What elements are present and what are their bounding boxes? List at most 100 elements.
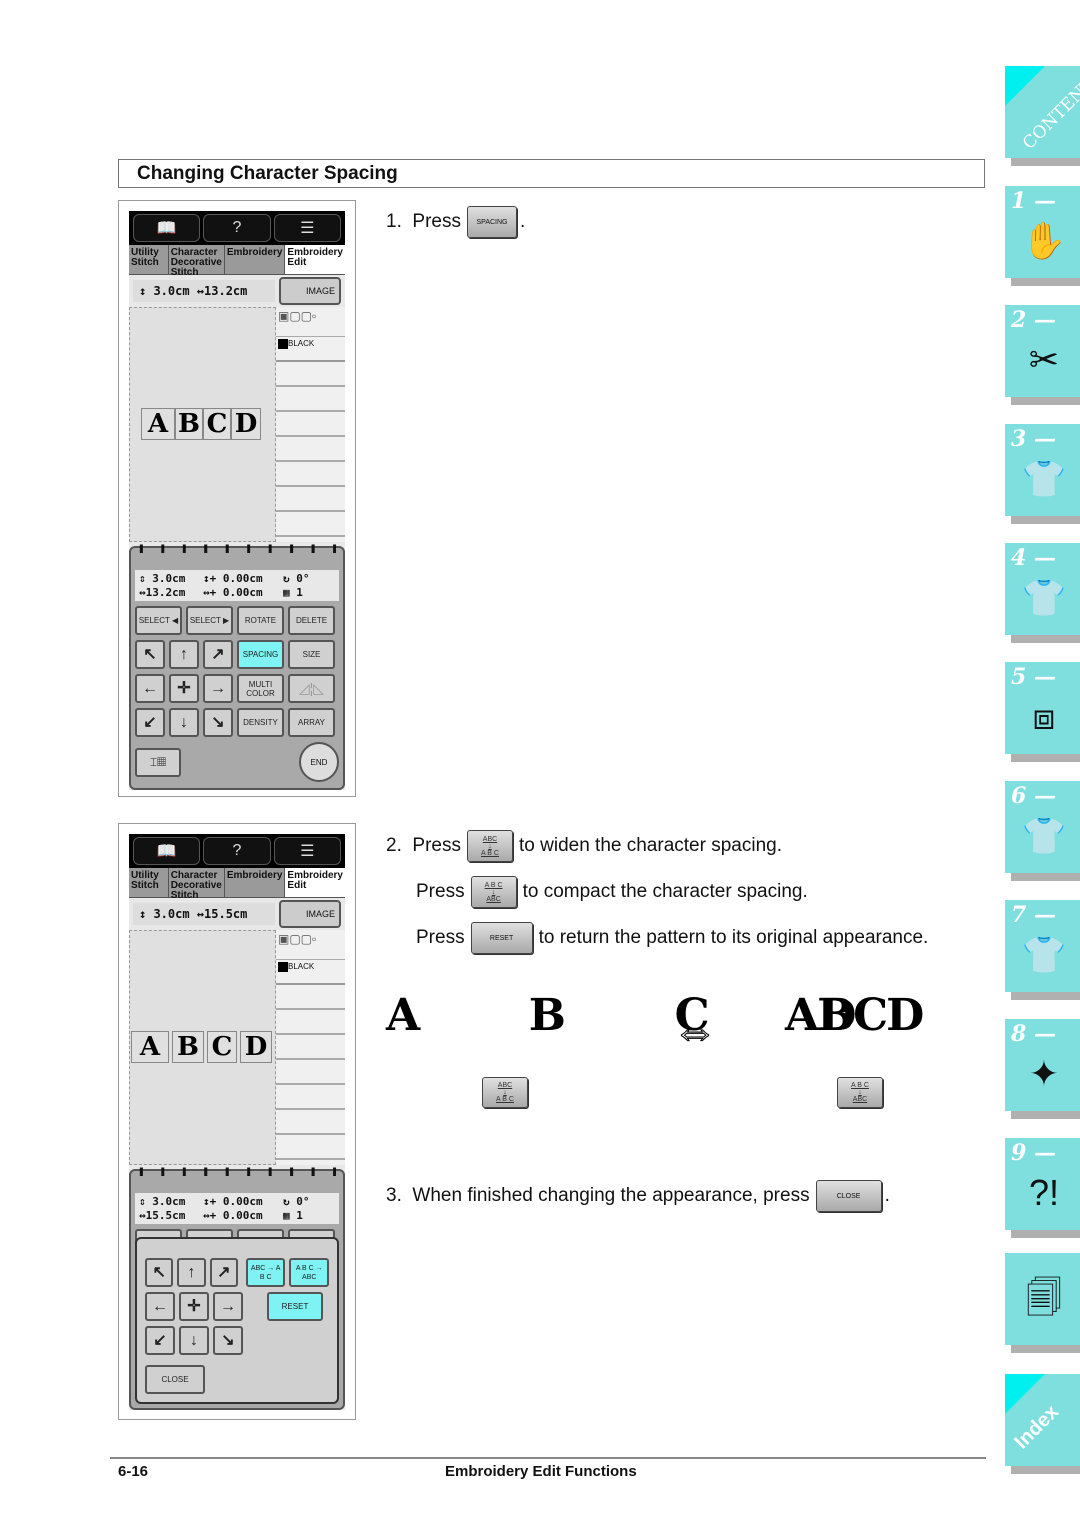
step-text: to compact the character spacing. bbox=[522, 881, 808, 902]
size-row: ↕ 3.0cm ↔ 13.2cm IMAGE bbox=[129, 275, 345, 307]
tab-corner bbox=[1005, 66, 1045, 106]
size-button[interactable]: SIZE bbox=[288, 640, 335, 669]
mirror-icon[interactable]: ◿¦◺ bbox=[288, 674, 335, 703]
move-up-right-icon[interactable]: ↗ bbox=[209, 1258, 238, 1287]
manual-icon[interactable]: 📖 bbox=[133, 214, 201, 242]
step-text: Press bbox=[416, 881, 465, 902]
tab-character-decorative[interactable]: Character Decorative Stitch bbox=[168, 868, 225, 901]
height-icon: ↕ bbox=[139, 284, 154, 298]
settings-list-icon[interactable]: ☰ bbox=[273, 214, 341, 242]
image-button[interactable]: IMAGE bbox=[279, 277, 341, 305]
center-icon[interactable]: ✛ bbox=[179, 1292, 209, 1321]
size-display: ↕ 3.0cm ↔ 13.2cm bbox=[133, 280, 275, 302]
tab-utility-stitch[interactable]: Utility Stitch bbox=[129, 245, 169, 274]
step-text: Press bbox=[412, 835, 461, 856]
tab-embroidery-edit[interactable]: Embroidery Edit bbox=[285, 868, 345, 897]
lcd-topbar: 📖 ? ☰ bbox=[129, 211, 345, 245]
frame-layout-icon[interactable]: ⌶▦ bbox=[135, 747, 181, 777]
multi-color-button[interactable]: MULTI COLOR bbox=[237, 674, 284, 703]
compact-spacing-button[interactable]: A B C → ABC bbox=[289, 1258, 329, 1287]
help-machine-icon[interactable]: ? bbox=[203, 837, 271, 865]
thread-row: BLACK bbox=[276, 960, 345, 985]
move-down-icon[interactable]: ↓ bbox=[169, 708, 199, 737]
readout-angle: ↻ 0° bbox=[283, 1195, 310, 1208]
move-left-icon[interactable]: ← bbox=[145, 1292, 175, 1321]
reset-button[interactable]: RESET bbox=[267, 1292, 323, 1321]
thread-spool-icon bbox=[278, 339, 288, 349]
help-machine-icon[interactable]: ? bbox=[203, 214, 271, 242]
machine-question-icon: ?! bbox=[1028, 1172, 1060, 1213]
side-tab-8[interactable]: 8 — ✦ bbox=[1005, 1019, 1080, 1119]
density-button[interactable]: DENSITY bbox=[237, 708, 284, 737]
side-tab-1[interactable]: 1 — ✋ bbox=[1005, 186, 1080, 286]
thread-row: BLACK bbox=[276, 337, 345, 362]
rotate-button[interactable]: ROTATE bbox=[237, 606, 284, 635]
widen-spacing-button[interactable]: ABC → A B C bbox=[245, 1258, 286, 1287]
close-button-ref: CLOSE bbox=[815, 1180, 882, 1212]
side-pane: ▣▢▢▫ BLACK bbox=[276, 307, 345, 542]
side-tab-9[interactable]: 9 — ?! bbox=[1005, 1138, 1080, 1238]
pattern-char: A bbox=[141, 408, 175, 440]
step-2c: Press RESET to return the pattern to its… bbox=[416, 922, 928, 954]
side-tab-7[interactable]: 7 — 👕 bbox=[1005, 900, 1080, 1000]
widen-spacing-icon: ABC ↓ A B C bbox=[482, 1077, 528, 1108]
move-up-left-icon[interactable]: ↖ bbox=[135, 640, 165, 669]
embroidery-canvas: ABCD bbox=[129, 307, 276, 542]
close-button[interactable]: CLOSE bbox=[145, 1365, 205, 1394]
move-left-icon[interactable]: ← bbox=[135, 674, 165, 703]
array-button[interactable]: ARRAY bbox=[288, 708, 335, 737]
tab-embroidery[interactable]: Embroidery bbox=[224, 868, 286, 897]
move-down-right-icon[interactable]: ↘ bbox=[203, 708, 233, 737]
readout-vmove: ↕+ 0.00cm bbox=[203, 572, 263, 585]
tab-character-decorative[interactable]: Character Decorative Stitch bbox=[168, 245, 225, 278]
hoop-frames-icon: ▣▢▢▫ bbox=[276, 930, 345, 960]
lcd-screen-2: 📖 ? ☰ Utility Stitch Character Decorativ… bbox=[129, 834, 345, 1410]
side-tab-5[interactable]: 5 — ⧈ bbox=[1005, 662, 1080, 762]
side-tab-contents[interactable]: CONTENTS bbox=[1005, 66, 1080, 166]
center-icon[interactable]: ✛ bbox=[169, 674, 199, 703]
move-up-left-icon[interactable]: ↖ bbox=[145, 1258, 174, 1287]
page-number: 6-16 bbox=[118, 1463, 149, 1480]
move-down-left-icon[interactable]: ↙ bbox=[135, 708, 165, 737]
tab-number: 5 — bbox=[1011, 664, 1056, 690]
tab-utility-stitch[interactable]: Utility Stitch bbox=[129, 868, 169, 897]
spacing-button[interactable]: SPACING bbox=[237, 640, 284, 669]
select-left-button[interactable]: SELECT ◀ bbox=[135, 606, 182, 635]
lcd-topbar: 📖 ? ☰ bbox=[129, 834, 345, 868]
side-tab-2[interactable]: 2 — ✂ bbox=[1005, 305, 1080, 405]
manual-icon[interactable]: 📖 bbox=[133, 837, 201, 865]
move-up-icon[interactable]: ↑ bbox=[169, 640, 199, 669]
move-down-icon[interactable]: ↓ bbox=[179, 1326, 209, 1355]
tab-embroidery[interactable]: Embroidery bbox=[224, 245, 286, 274]
select-right-button[interactable]: SELECT ▶ bbox=[186, 606, 233, 635]
move-right-icon[interactable]: → bbox=[213, 1292, 243, 1321]
move-right-icon[interactable]: → bbox=[203, 674, 233, 703]
step-text: to widen the character spacing. bbox=[519, 835, 782, 856]
side-tab-6[interactable]: 6 — 👕 bbox=[1005, 781, 1080, 881]
side-tab-documents[interactable]: 🗐 bbox=[1005, 1253, 1080, 1353]
side-tab-3[interactable]: 3 — 👕 bbox=[1005, 424, 1080, 524]
step-text: When finished changing the appearance, p… bbox=[412, 1185, 810, 1206]
side-tab-index[interactable]: Index bbox=[1005, 1374, 1080, 1474]
width-value: 15.5cm bbox=[204, 907, 248, 921]
end-button[interactable]: END bbox=[299, 742, 339, 782]
settings-list-icon[interactable]: ☰ bbox=[273, 837, 341, 865]
move-up-right-icon[interactable]: ↗ bbox=[203, 640, 233, 669]
size-row: ↕ 3.0cm ↔ 15.5cm IMAGE bbox=[129, 898, 345, 930]
double-arrow-icon: ⇔ bbox=[672, 1004, 719, 1057]
delete-button[interactable]: DELETE bbox=[288, 606, 335, 635]
move-up-icon[interactable]: ↑ bbox=[177, 1258, 206, 1287]
image-button[interactable]: IMAGE bbox=[279, 900, 341, 928]
spacing-popup: ↖ ↑ ↗ ABC → A B C A B C → ABC ← ✛ → RESE… bbox=[135, 1237, 339, 1404]
move-down-left-icon[interactable]: ↙ bbox=[145, 1326, 175, 1355]
pattern-char: A bbox=[131, 1031, 169, 1063]
tab-embroidery-edit[interactable]: Embroidery Edit bbox=[285, 245, 345, 274]
step-text: . bbox=[520, 211, 526, 232]
move-down-right-icon[interactable]: ↘ bbox=[213, 1326, 243, 1355]
canvas-area: ABCD ▣▢▢▫ BLACK bbox=[129, 307, 345, 542]
width-icon: ↔ bbox=[189, 907, 205, 921]
tab-number: 4 — bbox=[1011, 545, 1056, 571]
mode-tabs: Utility Stitch Character Decorative Stit… bbox=[129, 868, 345, 901]
lcd-screen-1: 📖 ? ☰ Utility Stitch Character Decorativ… bbox=[129, 211, 345, 790]
side-tab-4[interactable]: 4 — 👕 bbox=[1005, 543, 1080, 643]
